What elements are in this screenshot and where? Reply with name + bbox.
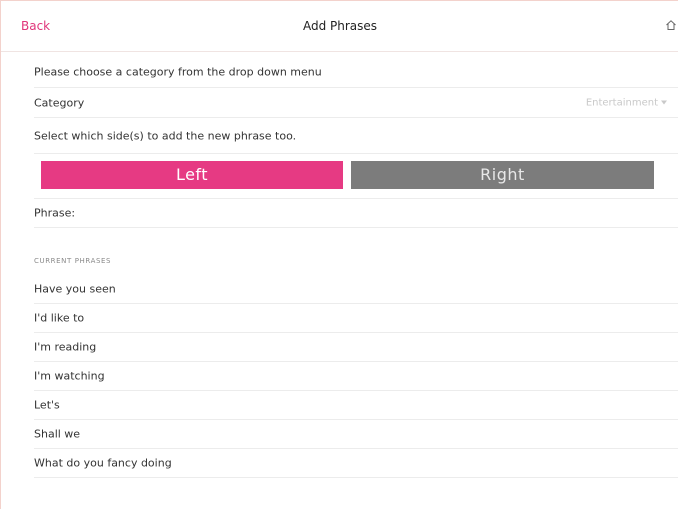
category-selected-value: Entertainment — [585, 97, 658, 108]
list-item[interactable]: Shall we — [34, 420, 678, 449]
category-label: Category — [34, 96, 85, 109]
category-instruction-row: Please choose a category from the drop d… — [34, 57, 678, 88]
page-title: Add Phrases — [302, 19, 378, 33]
chevron-down-icon — [661, 100, 667, 104]
left-side-button[interactable]: Left — [41, 161, 343, 189]
category-instruction: Please choose a category from the drop d… — [34, 65, 322, 79]
list-item[interactable]: What do you fancy doing — [34, 449, 678, 478]
category-dropdown[interactable]: Entertainment — [586, 97, 667, 108]
right-side-button[interactable]: Right — [351, 161, 654, 189]
phrase-text: Shall we — [34, 427, 81, 441]
phrase-text: I'd like to — [34, 311, 85, 325]
home-icon[interactable] — [665, 19, 677, 31]
phrase-text: I'm watching — [34, 369, 105, 383]
current-phrases-header: CURRENT PHRASES — [34, 257, 112, 265]
phrase-text: Have you seen — [34, 282, 116, 296]
add-phrases-screen: Back Add Phrases Please choose a categor… — [0, 0, 678, 509]
list-item[interactable]: Have you seen — [34, 275, 678, 304]
list-item[interactable]: I'm reading — [34, 333, 678, 362]
navigation-bar: Back Add Phrases — [1, 1, 678, 52]
phrase-input-row[interactable]: Phrase: — [34, 198, 678, 228]
category-row[interactable]: Category Entertainment — [34, 88, 678, 118]
list-item[interactable]: I'm watching — [34, 362, 678, 391]
list-item[interactable]: Let's — [34, 391, 678, 420]
phrase-label: Phrase: — [34, 206, 76, 220]
phrase-text: What do you fancy doing — [34, 456, 172, 470]
list-item[interactable]: I'd like to — [34, 304, 678, 333]
phrase-text: Let's — [34, 398, 60, 412]
phrase-text: I'm reading — [34, 340, 97, 354]
side-instruction-row: Select which side(s) to add the new phra… — [34, 118, 678, 154]
side-instruction: Select which side(s) to add the new phra… — [34, 129, 297, 142]
